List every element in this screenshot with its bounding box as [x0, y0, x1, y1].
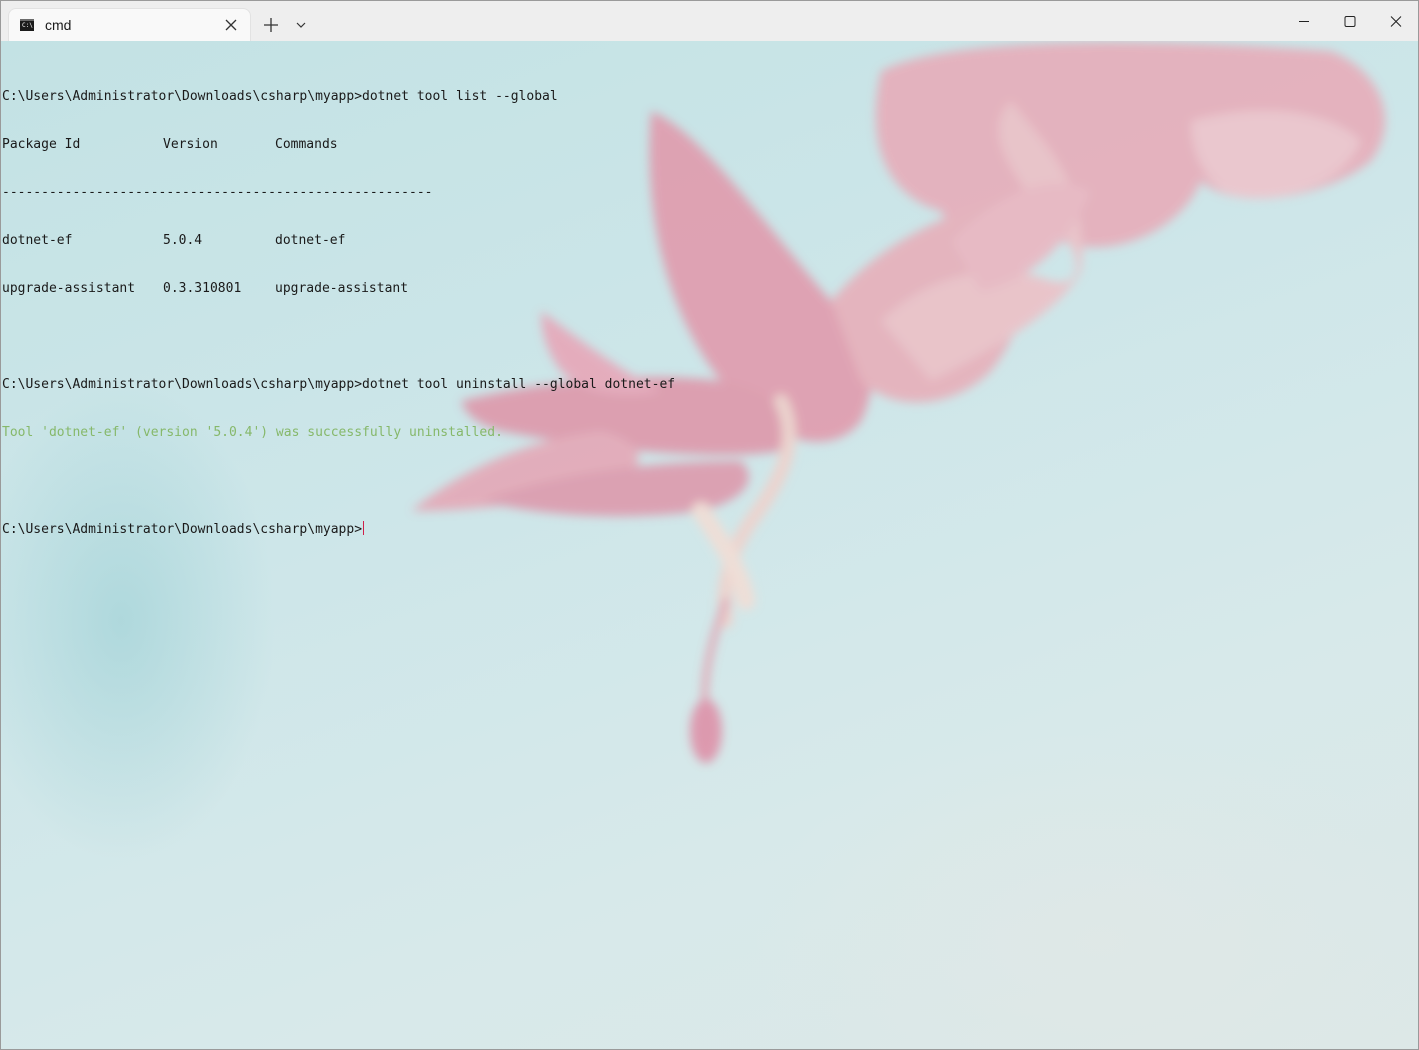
cmd-icon: C:\: [20, 19, 34, 31]
cell-version: 0.3.310801: [163, 281, 242, 296]
prompt-text: C:\Users\Administrator\Downloads\csharp\…: [2, 522, 363, 537]
cell-package-id: upgrade-assistant: [2, 281, 136, 296]
chevron-down-icon[interactable]: [289, 13, 313, 37]
minimize-icon[interactable]: [1281, 1, 1327, 41]
maximize-icon[interactable]: [1327, 1, 1373, 41]
console-output: C:\Users\Administrator\Downloads\csharp\…: [2, 57, 675, 569]
command-line-uninstall: C:\Users\Administrator\Downloads\csharp\…: [2, 377, 676, 392]
prompt-line[interactable]: C:\Users\Administrator\Downloads\csharp\…: [2, 521, 675, 537]
title-bar: C:\ cmd: [1, 1, 1418, 41]
tab-cmd[interactable]: C:\ cmd: [9, 9, 250, 41]
header-package-id: Package Id: [2, 137, 81, 152]
table-separator: ----------------------------------------…: [2, 185, 433, 200]
header-commands: Commands: [275, 137, 338, 152]
terminal-window: C:\ cmd C:\Users\Administrator\Downloads…: [0, 0, 1419, 1050]
cell-package-id: dotnet-ef: [2, 233, 73, 248]
header-version: Version: [163, 137, 218, 152]
table-header-row: Package Id Version Commands: [2, 137, 675, 153]
close-tab-icon[interactable]: [221, 15, 241, 35]
terminal-area[interactable]: C:\Users\Administrator\Downloads\csharp\…: [1, 41, 1418, 1049]
table-row: upgrade-assistant 0.3.310801 upgrade-assis…: [2, 281, 675, 297]
success-message: Tool 'dotnet-ef' (version '5.0.4') was s…: [2, 425, 503, 440]
tab-title: cmd: [45, 17, 72, 33]
plus-icon[interactable]: [259, 13, 283, 37]
cell-version: 5.0.4: [163, 233, 203, 248]
text-cursor: [363, 521, 365, 535]
table-row: dotnet-ef 5.0.4 dotnet-ef: [2, 233, 675, 249]
cell-commands: dotnet-ef: [275, 233, 346, 248]
command-line-list: C:\Users\Administrator\Downloads\csharp\…: [2, 89, 558, 104]
cell-commands: upgrade-assistant: [275, 281, 409, 296]
close-icon[interactable]: [1373, 1, 1419, 41]
